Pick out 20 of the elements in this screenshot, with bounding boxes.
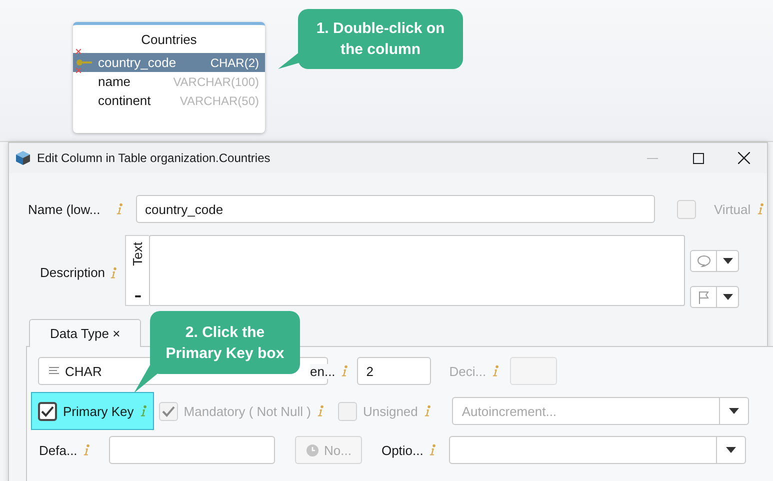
field-label: Description [40,265,106,280]
field-label: Name (low... [28,202,102,216]
window-title: Edit Column in Table organization.Countries [37,151,272,165]
column-name: country_code [98,55,176,70]
checkbox-label: Primary Key [63,404,134,418]
table-title: Countries [140,31,198,49]
field-label: Deci... [449,364,486,378]
field-label: en... [310,364,336,378]
field-label: Optio... [381,442,424,458]
field-label: Defa... [39,442,77,458]
column-type: VARCHAR(50) [180,94,259,108]
hint-tooltip: 2. Click the Primary Key box [150,311,300,374]
column-type: VARCHAR(100) [173,74,259,88]
checkbox-label: Unsigned [362,404,418,418]
checkbox-label: Virtual [714,202,751,216]
column-name: continent [98,93,151,108]
checkbox-label: Mandatory ( Not Null ) [184,404,311,418]
column-type: CHAR(2) [210,56,259,70]
column-name: name [98,74,131,89]
hint-tooltip: 1. Double-click on the column [298,9,463,69]
